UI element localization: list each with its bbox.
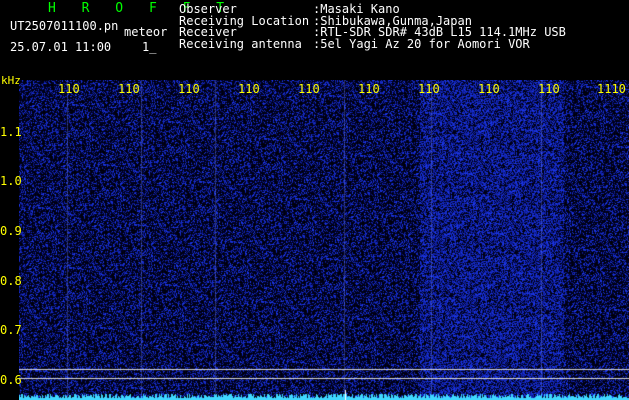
x-tick-label: 110 — [238, 82, 260, 96]
mode-tag: meteor — [124, 25, 168, 39]
x-tick-label: 110 — [538, 82, 560, 96]
x-tick-label: 110 — [178, 82, 200, 96]
y-tick-label: 0.9 — [0, 224, 22, 238]
antenna-value: :5el Yagi Az 20 for Aomori VOR — [313, 36, 530, 51]
frequency-unit-label: kHz — [1, 74, 21, 87]
x-tick-label: 110 — [298, 82, 320, 96]
info-labels: Observer Receiving Location Receiver Rec… — [179, 3, 309, 51]
x-tick-label: 110 — [118, 82, 140, 96]
antenna-label: Receiving antenna — [179, 36, 302, 51]
info-values: :Masaki Kano :Shibukawa,Gunma,Japan :RTL… — [313, 3, 566, 51]
timestamp: 25.07.01 11:00 — [10, 40, 112, 54]
y-tick-label: 0.6 — [0, 373, 22, 387]
spectrogram — [19, 80, 629, 400]
frame-counter: 1_ — [142, 40, 157, 54]
y-tick-label: 1.1 — [0, 125, 22, 139]
x-tick-label: 110 — [58, 82, 80, 96]
x-tick-label: 1110 — [597, 82, 626, 96]
y-tick-label: 0.7 — [0, 323, 22, 337]
x-tick-label: 110 — [478, 82, 500, 96]
y-tick-label: 1.0 — [0, 174, 22, 188]
x-tick-label: 110 — [358, 82, 380, 96]
x-tick-label: 110 — [418, 82, 440, 96]
file-name: UT2507011100.pn — [10, 19, 119, 33]
y-tick-label: 0.8 — [0, 274, 22, 288]
